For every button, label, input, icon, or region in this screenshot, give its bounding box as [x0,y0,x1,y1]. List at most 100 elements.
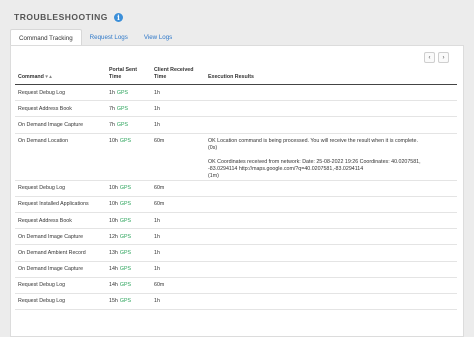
column-header-command-label: Command [18,74,44,80]
execution-results-cell [205,293,457,311]
client-received-cell: 1h [151,212,205,230]
portal-sent-cell: 14h GPS [106,261,151,278]
client-received-cell: 60m [151,277,205,294]
portal-sent-cell: 10h GPS [106,180,151,197]
execution-results-cell [205,100,457,118]
portal-sent-time: 14h [109,282,118,289]
portal-sent-cell: 10h GPS [106,212,151,230]
execution-result-line: -83.0294114 http://maps.google.com/?q=40… [208,165,364,172]
portal-sent-time: 10h [109,137,118,144]
gps-link[interactable]: GPS [117,90,128,96]
client-received-cell: 60m [151,180,205,197]
gps-link[interactable]: GPS [120,218,131,224]
column-header-client-received: Client Received Time [151,66,205,85]
gps-link[interactable]: GPS [117,106,128,112]
execution-result-line: (1m) [208,172,219,179]
execution-results-cell [205,244,457,262]
command-cell: On Demand Location [15,133,106,181]
client-received-cell: 60m [151,196,205,213]
sort-icon[interactable]: ▾ ▴ [45,74,51,80]
portal-sent-cell: 14h GPS [106,277,151,294]
gps-link[interactable]: GPS [120,201,131,207]
gps-link[interactable]: GPS [117,122,128,128]
client-received-cell: 1h [151,116,205,134]
pager: ‹ › [424,52,449,63]
command-cell: On Demand Image Capture [15,261,106,278]
gps-link[interactable]: GPS [120,234,131,240]
execution-results-cell [205,261,457,278]
portal-sent-cell: 15h GPS [106,293,151,311]
command-cell: Request Address Book [15,212,106,230]
execution-result-line: OK Coordinates received from network: Da… [208,158,421,165]
portal-sent-cell: 13h GPS [106,244,151,262]
table-row: Request Debug Log 1h GPS 1h [15,84,457,102]
info-icon[interactable]: i [113,12,123,22]
command-cell: Request Address Book [15,100,106,118]
execution-results-cell [205,180,457,197]
table-row: Request Debug Log 14h GPS 60m [15,277,457,294]
portal-sent-cell: 10h GPS [106,196,151,213]
command-cell: On Demand Image Capture [15,116,106,134]
client-received-cell: 1h [151,228,205,246]
table-row: Request Debug Log 15h GPS 1h [15,293,457,311]
execution-results-cell: OK Location command is being processed. … [205,133,457,181]
gps-link[interactable]: GPS [120,298,131,304]
execution-results-cell [205,84,457,102]
gps-link[interactable]: GPS [120,250,131,256]
client-received-cell: 1h [151,293,205,311]
command-cell: On Demand Image Capture [15,228,106,246]
portal-sent-time: 7h [109,105,115,112]
execution-results-cell [205,196,457,213]
execution-results-cell [205,212,457,230]
command-cell: Request Debug Log [15,84,106,102]
table-row: On Demand Image Capture 12h GPS 1h [15,228,457,246]
table-row: On Demand Location 10h GPS 60m OK Location c… [15,133,457,181]
client-received-cell: 1h [151,100,205,118]
command-cell: Request Debug Log [15,180,106,197]
page-header: TROUBLESHOOTING i [14,12,123,22]
column-header-command[interactable]: Command ▾ ▴ [15,66,106,85]
portal-sent-time: 12h [109,233,118,240]
execution-results-cell [205,116,457,134]
client-received-cell: 1h [151,261,205,278]
portal-sent-time: 10h [109,217,118,224]
table-row: On Demand Ambient Record 13h GPS 1h [15,244,457,262]
portal-sent-time: 10h [109,201,118,208]
column-header-portal-sent: Portal Sent Time [106,66,151,85]
portal-sent-time: 13h [109,249,118,256]
command-cell: Request Installed Applications [15,196,106,213]
table-body: Request Debug Log 1h GPS 1h Request Address … [15,84,457,311]
portal-sent-time: 14h [109,266,118,273]
execution-result-line: (0s) [208,144,218,151]
gps-link[interactable]: GPS [120,266,131,272]
table-row: Request Debug Log 10h GPS 60m [15,180,457,197]
execution-results-cell [205,277,457,294]
portal-sent-time: 15h [109,298,118,305]
portal-sent-cell: 7h GPS [106,116,151,134]
gps-link[interactable]: GPS [120,282,131,288]
table-row: Request Installed Applications 10h GPS 60m [15,196,457,213]
table-row: Request Address Book 10h GPS 1h [15,212,457,230]
gps-link[interactable]: GPS [120,185,131,191]
prev-page-button[interactable]: ‹ [424,52,435,63]
execution-result-line: OK Location command is being processed. … [208,137,418,144]
client-received-cell: 60m [151,133,205,181]
command-tracking-panel: ‹ › Command ▾ ▴ Portal Sent Time Client … [10,45,464,337]
page-title: TROUBLESHOOTING [14,12,108,22]
table-row: On Demand Image Capture 7h GPS 1h [15,116,457,134]
portal-sent-cell: 12h GPS [106,228,151,246]
command-table: Command ▾ ▴ Portal Sent Time Client Rece… [15,66,457,311]
portal-sent-time: 7h [109,121,115,128]
result-spacer [208,152,454,159]
column-header-execution-results: Execution Results [205,66,457,85]
command-cell: On Demand Ambient Record [15,244,106,262]
next-page-button[interactable]: › [438,52,449,63]
table-row: Request Address Book 7h GPS 1h [15,100,457,118]
portal-sent-cell: 7h GPS [106,100,151,118]
portal-sent-cell: 10h GPS [106,133,151,181]
gps-link[interactable]: GPS [120,138,131,144]
portal-sent-time: 10h [109,185,118,192]
table-row: On Demand Image Capture 14h GPS 1h [15,261,457,278]
command-cell: Request Debug Log [15,293,106,311]
portal-sent-cell: 1h GPS [106,84,151,102]
